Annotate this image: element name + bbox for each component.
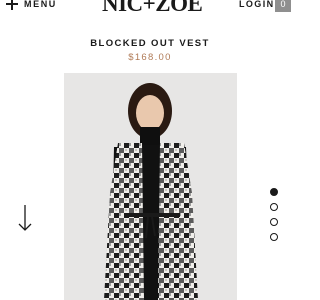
- down-arrow-icon[interactable]: [17, 204, 33, 232]
- cart-button[interactable]: 0: [275, 0, 291, 12]
- cart-count: 0: [280, 0, 286, 9]
- menu-button[interactable]: MENU: [6, 0, 57, 10]
- login-link[interactable]: LOGIN: [239, 0, 275, 9]
- site-header: MENU NIC+ZOE LOGIN 0: [0, 0, 300, 22]
- gallery-dot[interactable]: [270, 203, 278, 211]
- gallery-dot[interactable]: [270, 188, 278, 196]
- gallery-dot[interactable]: [270, 218, 278, 226]
- product-title: BLOCKED OUT VEST: [90, 38, 210, 49]
- menu-label: MENU: [24, 0, 57, 9]
- plus-icon: [6, 0, 18, 10]
- gallery-dot[interactable]: [270, 233, 278, 241]
- product-image: [64, 73, 237, 300]
- model-illustration: [104, 83, 198, 300]
- brand-logo[interactable]: NIC+ZOE: [102, 0, 203, 17]
- product-price: $168.00: [128, 52, 172, 63]
- gallery-pagination: [270, 188, 280, 248]
